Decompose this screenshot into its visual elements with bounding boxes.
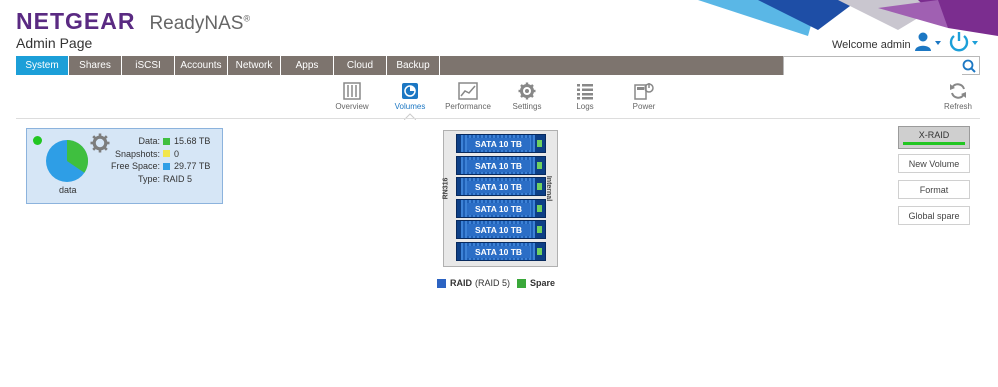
main-tabbar: System Shares iSCSI Accounts Network App…: [16, 56, 783, 75]
global-spare-button[interactable]: Global spare: [898, 206, 970, 225]
chassis-model: RN316: [442, 177, 450, 200]
volume-name: data: [59, 185, 77, 195]
admin-page: NETGEAR ReadyNAS® Admin Page Welcome adm…: [0, 0, 998, 387]
volume-usage-pie: [46, 140, 88, 182]
subnav-logs[interactable]: Logs: [555, 82, 615, 111]
disk-label: SATA 10 TB: [467, 159, 530, 172]
stat-row-free-space: Free Space: 29.77 TB: [109, 160, 210, 173]
disk-label: SATA 10 TB: [467, 138, 530, 150]
disk-bay[interactable]: SATA 10 TB: [456, 220, 546, 239]
stat-row-snapshots: Snapshots: 0: [109, 148, 210, 161]
stat-label: Data:: [138, 136, 160, 146]
disk-led: [537, 183, 542, 190]
disk-bay[interactable]: SATA 10 TB: [456, 134, 546, 153]
subnav-volumes[interactable]: Volumes: [380, 82, 440, 111]
stat-value: 0: [174, 148, 180, 159]
subnav-label: Logs: [576, 102, 594, 111]
disk-bay[interactable]: SATA 10 TB: [456, 198, 546, 218]
stat-label: Free Space:: [110, 161, 160, 171]
subnav-label: Volumes: [394, 102, 426, 111]
subnav-performance[interactable]: Performance: [438, 82, 498, 111]
tab-accounts[interactable]: Accounts: [175, 56, 228, 75]
free-space-swatch: [163, 162, 170, 170]
section-divider: [16, 118, 980, 119]
tab-shares[interactable]: Shares: [69, 56, 122, 75]
search-input[interactable]: [784, 58, 962, 76]
tab-backup[interactable]: Backup: [387, 56, 440, 75]
data-swatch: [163, 137, 170, 145]
refresh-button[interactable]: Refresh: [928, 82, 988, 111]
legend-raid-level: (RAID 5): [475, 278, 511, 288]
disk-label: SATA 10 TB: [467, 202, 530, 215]
disk-label: SATA 10 TB: [467, 181, 530, 193]
stat-value: RAID 5: [163, 173, 193, 184]
settings-icon: [518, 82, 536, 100]
volumes-icon: [402, 83, 418, 99]
disk-label: SATA 10 TB: [467, 224, 530, 236]
subnav-label: Overview: [335, 102, 369, 111]
raid-swatch: [437, 278, 446, 288]
disk-bay[interactable]: SATA 10 TB: [456, 241, 546, 261]
subnav-label: Performance: [445, 102, 491, 111]
format-button[interactable]: Format: [898, 180, 970, 199]
subnav-label: Power: [632, 102, 656, 111]
snapshots-swatch: [163, 150, 170, 158]
subnav-overview[interactable]: Overview: [322, 82, 382, 111]
disk-led: [537, 204, 542, 212]
overview-icon: [343, 82, 361, 100]
performance-icon: [458, 82, 478, 100]
welcome-text: Welcome admin: [832, 39, 911, 51]
disk-led: [537, 140, 542, 147]
volume-stats: Data: 15.68 TB Snapshots: 0 Free Space: …: [109, 135, 210, 185]
stat-row-type: Type: RAID 5: [109, 173, 210, 186]
netgear-logo: NETGEAR: [16, 8, 136, 34]
tab-apps[interactable]: Apps: [281, 56, 334, 75]
nas-chassis: RN316 Internal SATA 10 TB SATA 10 TB SAT…: [442, 130, 558, 267]
disk-led: [537, 226, 542, 233]
search-icon[interactable]: [961, 58, 977, 74]
stat-row-data: Data: 15.68 TB: [109, 135, 210, 148]
xraid-status-bar: [903, 142, 965, 145]
power-icon: [634, 83, 654, 100]
product-name: ReadyNAS®: [149, 13, 251, 34]
disk-legend: RAID (RAID 5) Spare: [437, 278, 555, 288]
stat-label: Type:: [137, 173, 160, 184]
refresh-icon: [950, 83, 966, 99]
disk-bay[interactable]: SATA 10 TB: [456, 155, 546, 175]
stat-label: Snapshots:: [114, 148, 160, 159]
disk-bay[interactable]: SATA 10 TB: [456, 177, 546, 196]
xraid-button[interactable]: X-RAID: [898, 126, 970, 149]
subnav-power[interactable]: Power: [614, 82, 674, 111]
logs-icon: [577, 84, 593, 100]
stat-value: 29.77 TB: [174, 161, 211, 171]
chassis-right-panel: Internal: [545, 131, 557, 266]
xraid-label: X-RAID: [918, 130, 950, 140]
brand-logo: NETGEAR ReadyNAS®: [16, 8, 250, 35]
power-menu-icon[interactable]: [948, 31, 980, 53]
disk-led: [537, 247, 542, 255]
stat-value: 15.68 TB: [174, 136, 211, 146]
tab-iscsi[interactable]: iSCSI: [122, 56, 175, 75]
search-box: [783, 56, 980, 76]
tab-network[interactable]: Network: [228, 56, 281, 75]
new-volume-button[interactable]: New Volume: [898, 154, 970, 173]
chassis-location: Internal: [545, 175, 553, 202]
legend-spare: Spare: [530, 278, 556, 288]
tab-system[interactable]: System: [16, 56, 69, 75]
user-menu-icon[interactable]: [913, 32, 943, 52]
disk-led: [537, 161, 542, 169]
page-title: Admin Page: [16, 35, 93, 51]
legend-raid: RAID: [450, 278, 472, 288]
spare-swatch: [517, 278, 527, 288]
subnav-settings[interactable]: Settings: [497, 82, 557, 111]
disk-bays: SATA 10 TB SATA 10 TB SATA 10 TB SATA 10…: [456, 134, 546, 263]
volume-card[interactable]: data Data: 15.68 TB Snapshots: 0 Free Sp…: [26, 128, 223, 204]
chassis-left-panel: RN316: [442, 131, 456, 266]
volume-status-dot: [33, 136, 42, 145]
volume-settings-gear-icon[interactable]: [90, 133, 110, 153]
refresh-label: Refresh: [943, 102, 972, 111]
tab-cloud[interactable]: Cloud: [334, 56, 387, 75]
subnav-label: Settings: [512, 102, 542, 111]
disk-label: SATA 10 TB: [467, 245, 530, 258]
